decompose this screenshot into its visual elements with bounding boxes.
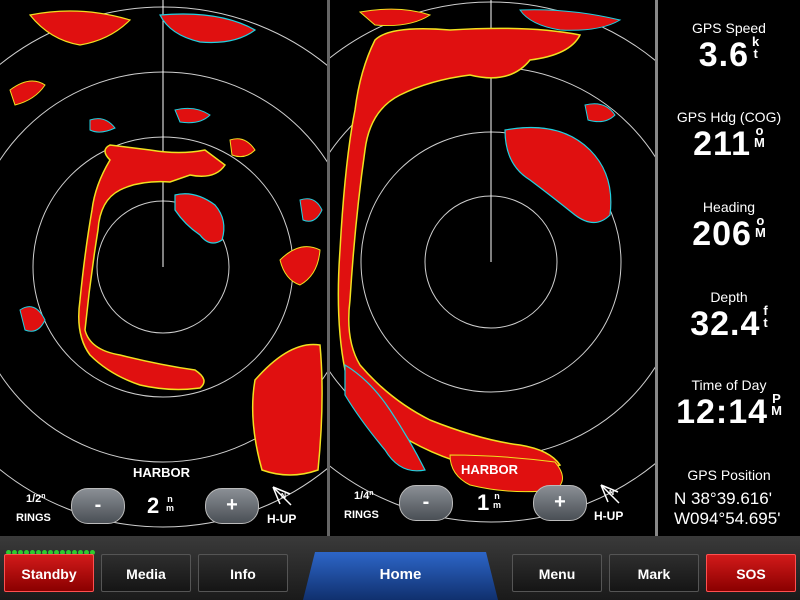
gps-position-label: GPS Position: [687, 467, 771, 483]
left-rings-value: 1/2n: [26, 493, 46, 505]
gps-speed-unit: kt: [752, 34, 760, 61]
time-value: 12:14: [676, 393, 769, 431]
time-unit: PM: [771, 391, 782, 418]
right-rings-value: 1/4n: [354, 490, 374, 502]
depth-field[interactable]: Depth 32.4 f t: [658, 289, 800, 344]
gps-hdg-value: 211: [693, 125, 751, 163]
mark-button[interactable]: Mark: [609, 554, 699, 592]
left-radar-scope: [0, 0, 327, 528]
right-zoom-in-button[interactable]: +: [533, 485, 587, 521]
right-zoom-out-button[interactable]: -: [399, 485, 453, 521]
heading-value: 206: [692, 215, 752, 253]
gps-hdg-label: GPS Hdg (COG): [676, 109, 782, 125]
left-orientation-label: H-UP: [267, 512, 297, 526]
gps-hdg-unit: oM: [754, 123, 765, 150]
heading-field[interactable]: Heading 206 o M: [658, 199, 800, 254]
left-zoom-in-button[interactable]: +: [205, 488, 259, 524]
info-button[interactable]: Info: [198, 554, 288, 592]
left-compass-letter: N: [281, 493, 287, 500]
gps-speed-field[interactable]: GPS Speed 3.6 k t: [658, 20, 800, 75]
heading-unit: oM: [754, 213, 766, 240]
right-orientation-label: H-UP: [594, 509, 624, 523]
left-zoom-out-button[interactable]: -: [71, 488, 125, 524]
data-fields-panel[interactable]: GPS Speed 3.6 k t GPS Hdg (COG) 211 o M Head…: [658, 0, 800, 536]
gps-longitude: W094°54.695': [674, 509, 781, 528]
gps-position-field[interactable]: GPS Position N 38°39.616' W094°54.695': [658, 467, 800, 529]
left-mode-label: HARBOR: [133, 465, 191, 480]
gps-hdg-field[interactable]: GPS Hdg (COG) 211 o M: [658, 109, 800, 164]
right-range-value: 1: [477, 490, 490, 515]
right-range-unit: nm: [493, 491, 502, 510]
gps-speed-label: GPS Speed: [692, 20, 766, 36]
gps-speed-value: 3.6: [698, 36, 750, 74]
right-radar-scope: [330, 0, 655, 523]
right-rings-label: RINGS: [344, 509, 379, 521]
right-compass-letter: N: [609, 490, 615, 497]
home-button[interactable]: Home: [303, 552, 498, 600]
media-button[interactable]: Media: [101, 554, 191, 592]
left-range-value: 2: [147, 493, 160, 518]
right-radar-panel[interactable]: HARBOR 1/4n RINGS - 1 nm + N H-UP: [330, 0, 658, 536]
gps-latitude: N 38°39.616': [674, 489, 772, 508]
standby-button[interactable]: Standby: [4, 554, 94, 592]
left-rings-label: RINGS: [16, 512, 51, 524]
depth-unit: ft: [763, 303, 768, 330]
left-radar-echoes: [9, 10, 323, 476]
left-range-unit: nm: [166, 494, 175, 513]
left-radar-panel[interactable]: HARBOR 1/2n RINGS - 2 nm + N H-UP: [0, 0, 330, 536]
time-field[interactable]: Time of Day 12:14 P M: [658, 377, 800, 432]
heading-label: Heading: [702, 199, 756, 215]
depth-label: Depth: [710, 289, 748, 305]
menu-button[interactable]: Menu: [512, 554, 602, 592]
depth-value: 32.4: [690, 305, 761, 343]
sos-button[interactable]: SOS: [706, 554, 796, 592]
right-radar-echoes: [337, 8, 622, 493]
right-mode-label: HARBOR: [461, 462, 519, 477]
